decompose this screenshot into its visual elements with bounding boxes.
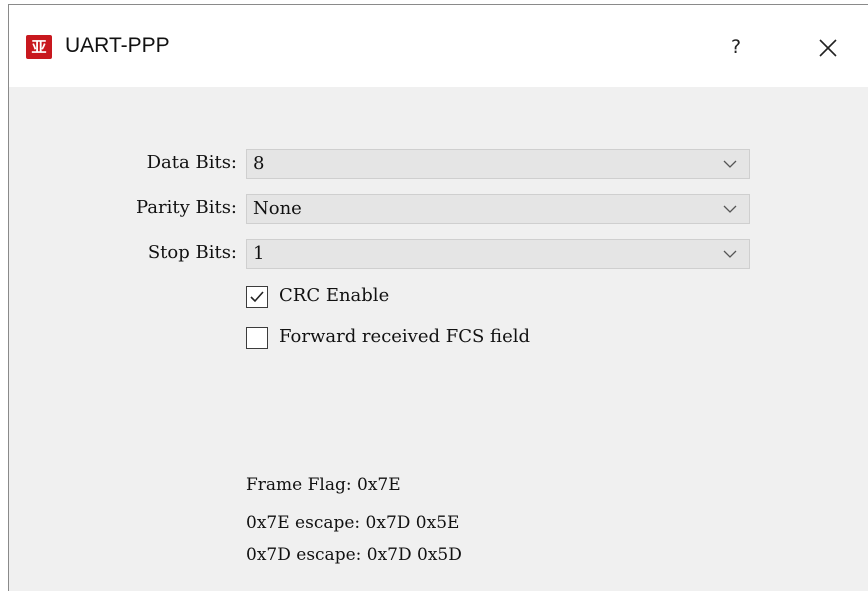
data-bits-value: 8	[253, 153, 265, 174]
escape-7d-text: 0x7D escape: 0x7D 0x5D	[246, 545, 462, 565]
stop-bits-value: 1	[253, 243, 265, 264]
stop-bits-select[interactable]: 1	[246, 239, 750, 269]
window-title: UART-PPP	[65, 34, 170, 57]
chevron-down-icon	[723, 205, 737, 213]
title-bar[interactable]: 亚 UART-PPP ?	[9, 5, 868, 87]
data-bits-label: Data Bits:	[146, 152, 237, 173]
crc-enable-label: CRC Enable	[279, 285, 390, 306]
close-icon	[819, 39, 837, 57]
forward-fcs-checkbox[interactable]	[246, 327, 268, 349]
escape-7e-text: 0x7E escape: 0x7D 0x5E	[246, 513, 460, 533]
frame-flag-text: Frame Flag: 0x7E	[246, 475, 401, 495]
stop-bits-label: Stop Bits:	[147, 242, 237, 263]
checkmark-icon	[250, 291, 264, 303]
chevron-down-icon	[723, 250, 737, 258]
parity-bits-value: None	[253, 198, 302, 219]
data-bits-select[interactable]: 8	[246, 149, 750, 179]
help-button[interactable]: ?	[721, 32, 751, 62]
close-button[interactable]	[810, 30, 846, 66]
uart-ppp-dialog: 亚 UART-PPP ? Data Bits: 8 Parity Bits: N…	[8, 4, 868, 591]
parity-bits-select[interactable]: None	[246, 194, 750, 224]
chevron-down-icon	[723, 160, 737, 168]
forward-fcs-label: Forward received FCS field	[279, 326, 530, 347]
crc-enable-checkbox[interactable]	[246, 286, 268, 308]
parity-bits-label: Parity Bits:	[135, 197, 237, 218]
app-logo-icon: 亚	[26, 35, 52, 59]
